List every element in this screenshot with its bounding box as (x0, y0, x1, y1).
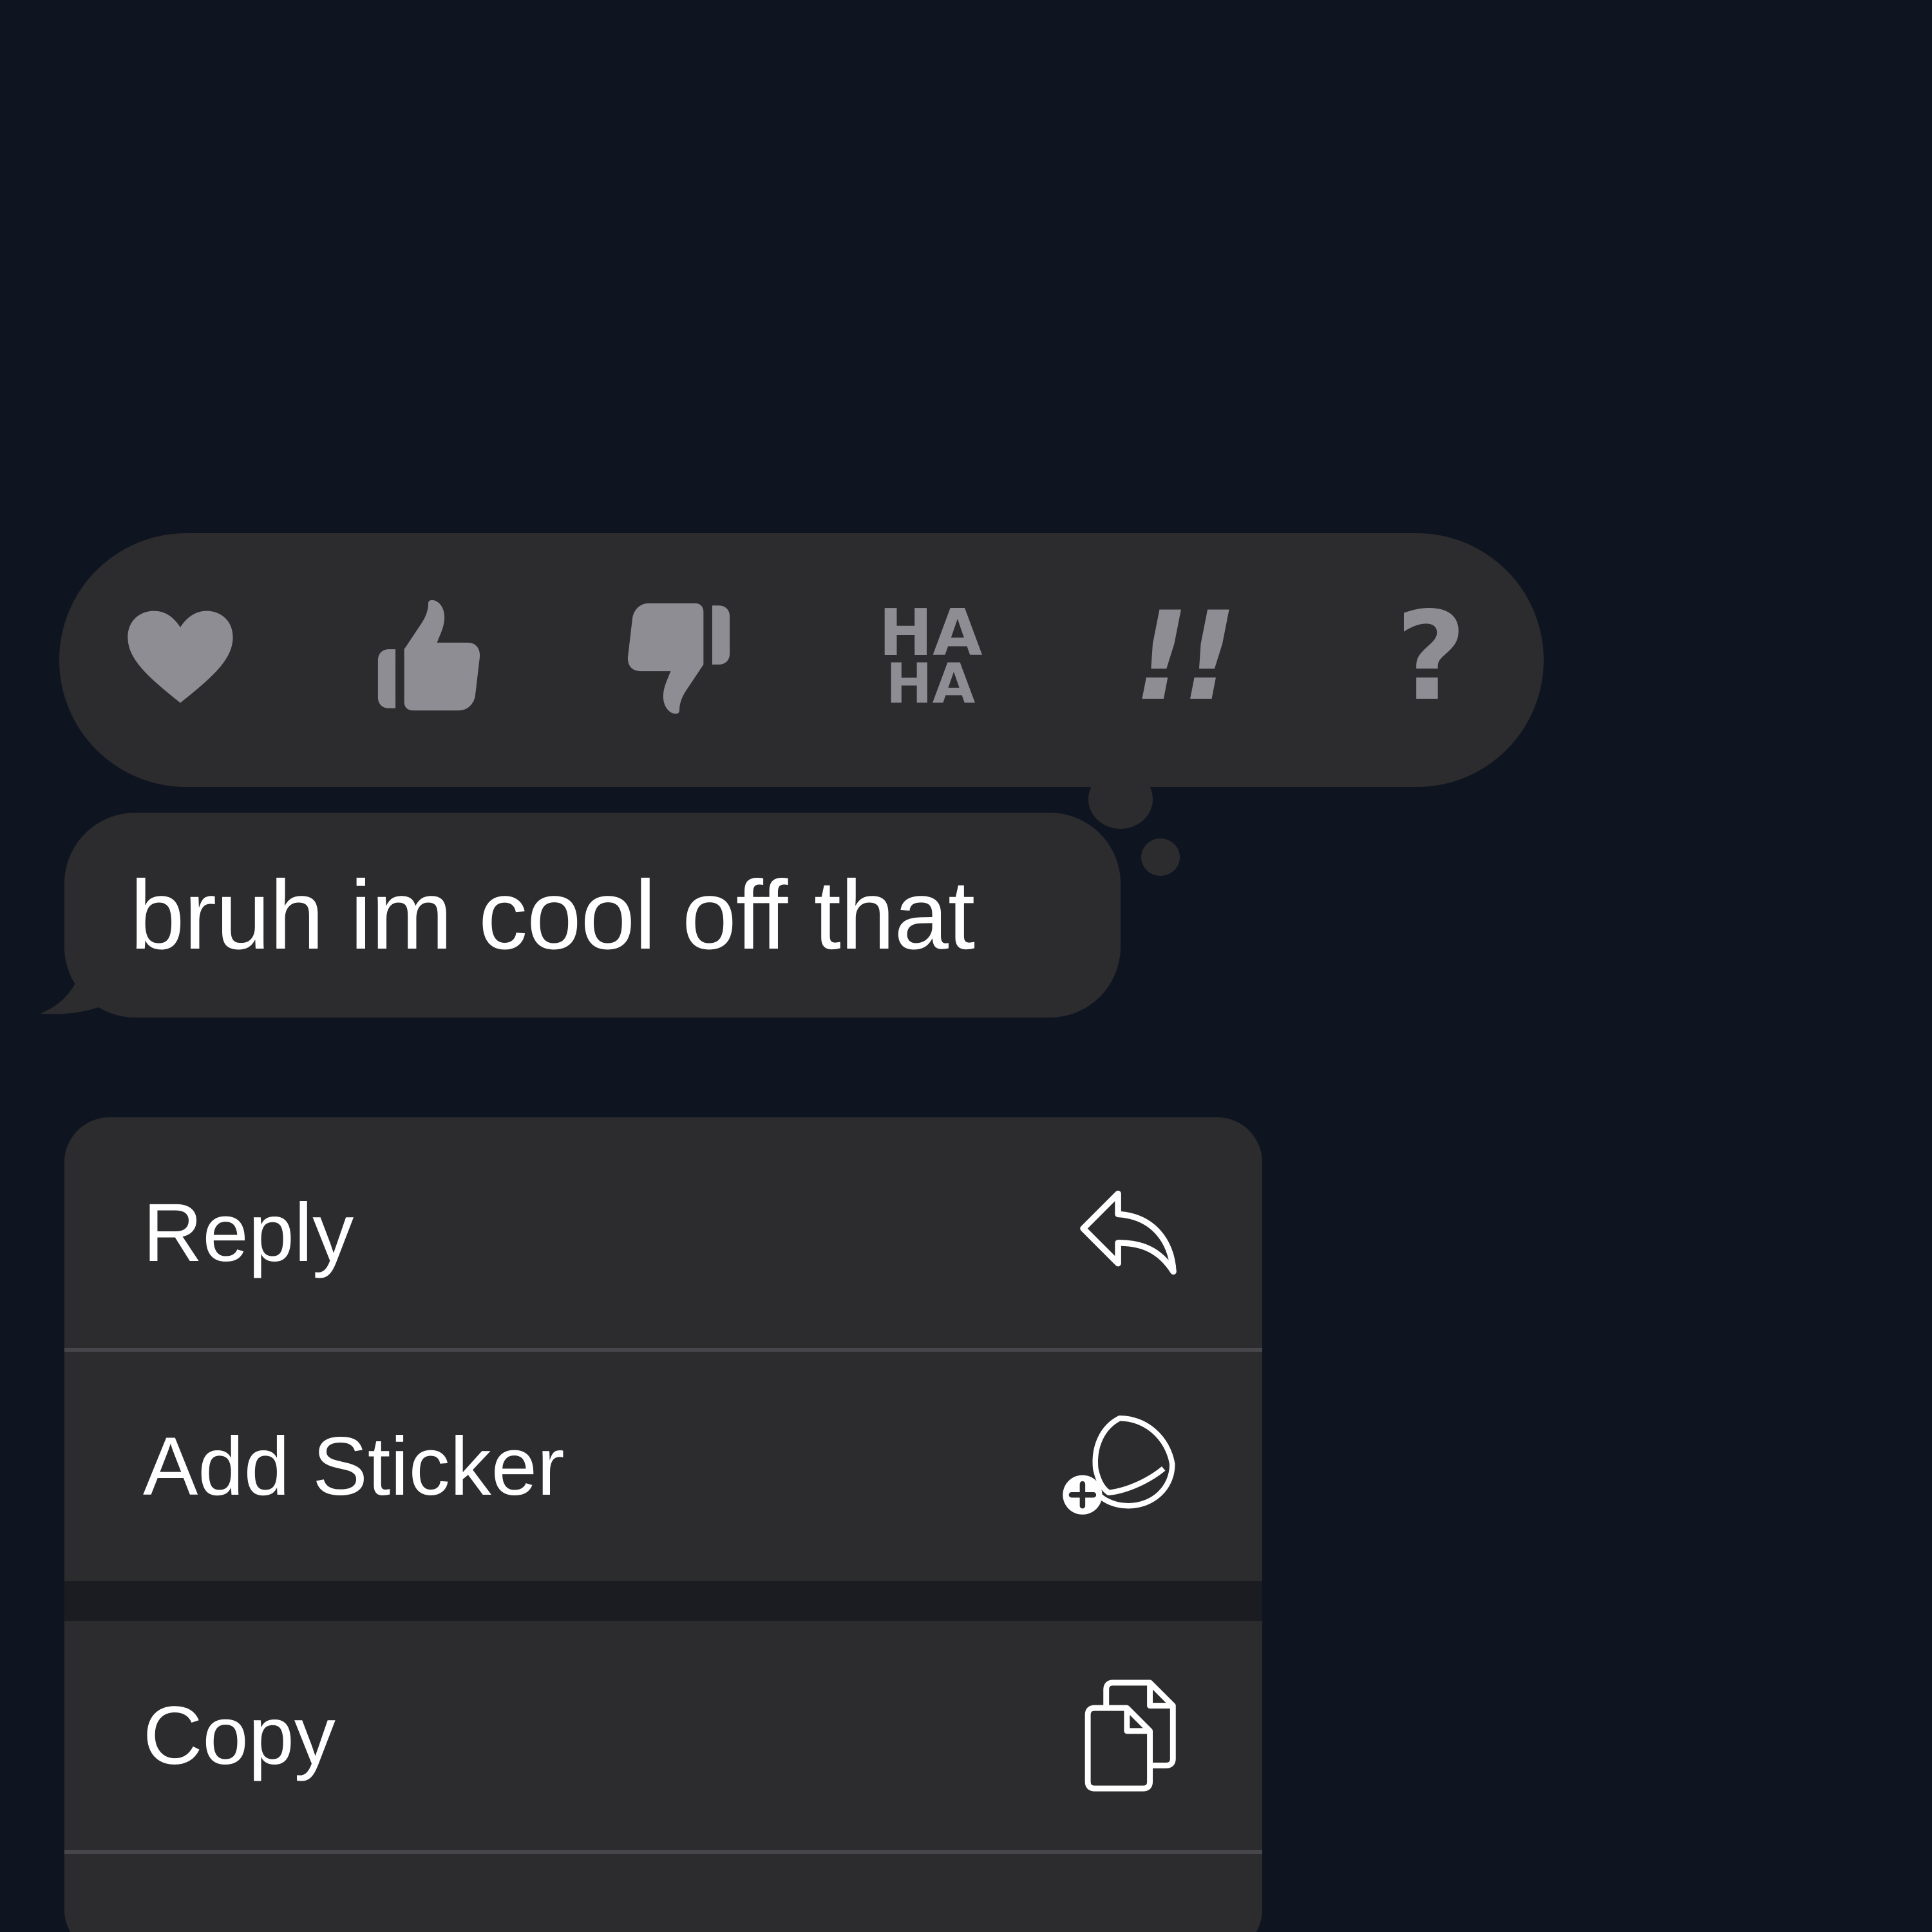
menu-section-separator (64, 1581, 1262, 1621)
tapback-question-button[interactable]: ? (1360, 580, 1502, 734)
thumbs-down-icon (627, 603, 730, 714)
menu-item-partial[interactable] (64, 1854, 1262, 1932)
exclamation-icon: !! (1133, 585, 1237, 728)
tapback-bar-tail-dot (1141, 838, 1180, 876)
question-mark-icon: ? (1395, 585, 1467, 728)
copy-documents-icon (1083, 1678, 1180, 1794)
messages-screen: HA HA !! ? bruh im cool off that Reply A… (0, 0, 1932, 1932)
tapback-heart-button[interactable] (109, 580, 251, 734)
thumbs-up-icon (377, 600, 480, 711)
context-menu: Reply Add Sticker Copy (64, 1117, 1262, 1932)
sticker-add-icon (1057, 1412, 1180, 1521)
menu-item-label-add-sticker: Add Sticker (143, 1420, 565, 1513)
message-bubble[interactable]: bruh im cool off that (64, 813, 1121, 1018)
menu-item-add-sticker[interactable]: Add Sticker (64, 1352, 1262, 1581)
menu-item-reply[interactable]: Reply (64, 1117, 1262, 1348)
menu-item-label-copy: Copy (143, 1689, 336, 1782)
tapback-thumbs-up-button[interactable] (357, 580, 499, 734)
tapback-bar-tail (1088, 770, 1153, 829)
reply-arrow-icon (1077, 1188, 1180, 1278)
menu-item-copy[interactable]: Copy (64, 1621, 1262, 1850)
tapback-emphasize-button[interactable]: !! (1111, 580, 1253, 734)
tapback-haha-button[interactable]: HA HA (860, 580, 1001, 734)
tapback-thumbs-down-button[interactable] (609, 580, 750, 734)
heart-icon (128, 611, 233, 703)
menu-item-label-reply: Reply (143, 1186, 354, 1279)
haha-line-2: HA (886, 652, 976, 717)
tapback-bar (59, 533, 1544, 787)
haha-icon: HA HA (878, 601, 982, 717)
message-text: bruh im cool off that (130, 860, 975, 970)
